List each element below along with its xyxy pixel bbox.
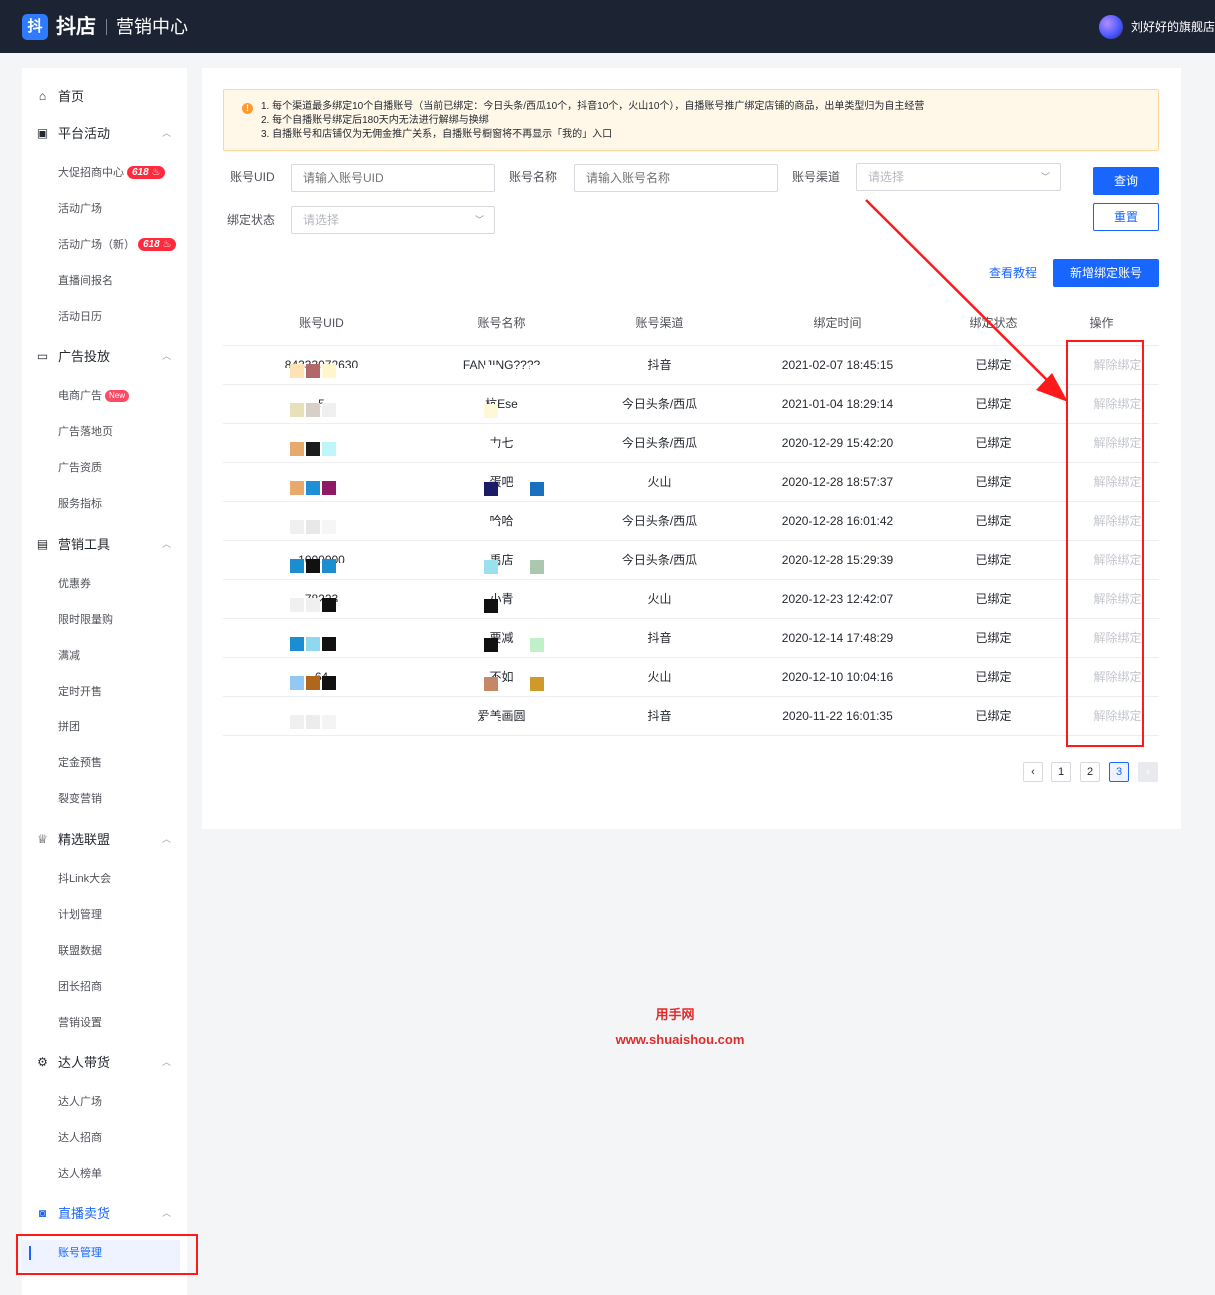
annotation-arrow <box>865 199 1068 402</box>
watermark-title: 用手网 <box>655 1007 695 1022</box>
watermark-url: www.shuaishou.com <box>615 1032 745 1047</box>
